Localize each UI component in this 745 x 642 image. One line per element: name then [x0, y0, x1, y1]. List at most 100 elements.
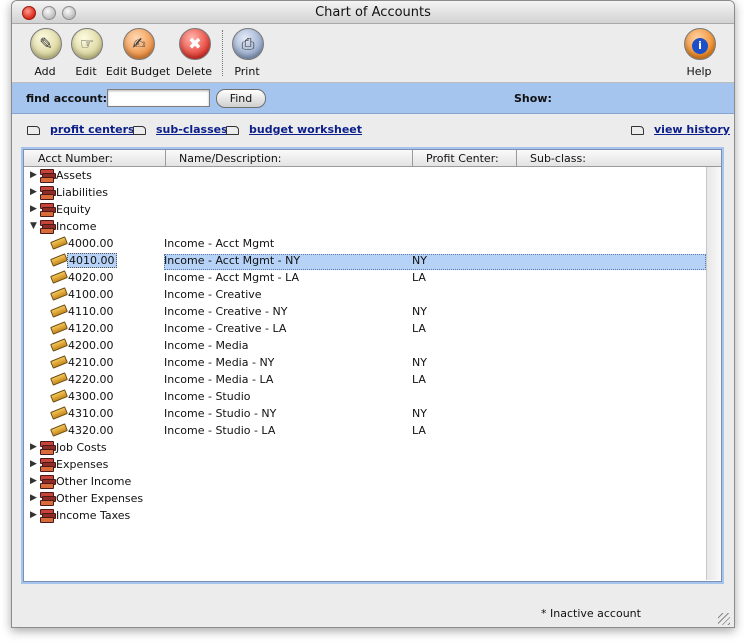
account-group-books-icon: [40, 220, 56, 234]
account-number: 4020.00: [68, 271, 114, 284]
account-number: 4120.00: [68, 322, 114, 335]
disclosure-expanded-icon[interactable]: ▼: [30, 221, 37, 231]
account-group-books-icon: [40, 203, 56, 217]
disclosure-collapsed-icon[interactable]: ▶: [30, 459, 37, 469]
account-number: 4210.00: [68, 356, 114, 369]
col-name[interactable]: Name/Description:: [179, 152, 282, 165]
account-name: Income - Studio - LA: [164, 424, 276, 437]
account-name: Income - Studio - NY: [164, 407, 277, 420]
account-number: 4320.00: [68, 424, 114, 437]
profit-centers-link[interactable]: profit centers: [50, 123, 135, 136]
group-row[interactable]: ▶ Equity: [23, 202, 706, 219]
account-pencil-icon: [50, 406, 68, 420]
account-profit-center: NY: [412, 407, 427, 420]
resize-grip-icon[interactable]: [718, 613, 730, 625]
print-button[interactable]: ⎙ Print: [217, 28, 277, 82]
column-divider[interactable]: [412, 150, 413, 166]
group-label: Equity: [56, 203, 91, 216]
account-group-books-icon: [40, 509, 56, 523]
col-profit-center[interactable]: Profit Center:: [426, 152, 499, 165]
account-pencil-icon: [50, 338, 68, 352]
column-divider[interactable]: [165, 150, 166, 166]
view-history-link-item[interactable]: view history: [631, 123, 730, 136]
group-row[interactable]: ▼ Income: [23, 219, 706, 236]
chart-of-accounts-window: Chart of Accounts ✎ Add ☞ Edit ✍ Edit Bu…: [11, 0, 735, 628]
disclosure-collapsed-icon[interactable]: ▶: [30, 510, 37, 520]
account-name: Income - Media: [164, 339, 249, 352]
account-pencil-icon: [50, 304, 68, 318]
group-label: Income Taxes: [56, 509, 131, 522]
disclosure-collapsed-icon[interactable]: ▶: [30, 187, 37, 197]
account-profit-center: LA: [412, 373, 426, 386]
accounts-list[interactable]: Acct Number: Name/Description: Profit Ce…: [21, 147, 724, 584]
account-group-books-icon: [40, 169, 56, 183]
account-name: Income - Creative: [164, 288, 262, 301]
group-row[interactable]: ▶ Assets: [23, 168, 706, 185]
account-pencil-icon: [50, 253, 68, 267]
account-row[interactable]: 4010.00 Income - Acct Mgmt - NY NY: [23, 253, 706, 270]
account-row[interactable]: 4310.00 Income - Studio - NY NY: [23, 406, 706, 423]
view-history-link[interactable]: view history: [654, 123, 730, 136]
group-row[interactable]: ▶ Expenses: [23, 457, 706, 474]
disclosure-collapsed-icon[interactable]: ▶: [30, 442, 37, 452]
account-group-books-icon: [40, 492, 56, 506]
column-divider[interactable]: [516, 150, 517, 166]
account-number: 4000.00: [68, 237, 114, 250]
sub-classes-link-item[interactable]: sub-classes: [133, 123, 228, 136]
account-pencil-icon: [50, 423, 68, 437]
show-label: Show:: [514, 92, 552, 105]
col-acct-number[interactable]: Acct Number:: [38, 152, 113, 165]
folder-icon: [27, 125, 40, 135]
disclosure-collapsed-icon[interactable]: ▶: [30, 170, 37, 180]
account-number: 4110.00: [68, 305, 114, 318]
find-button[interactable]: Find: [216, 89, 266, 108]
info-icon: i: [684, 28, 716, 60]
group-row[interactable]: ▶ Liabilities: [23, 185, 706, 202]
sub-classes-link[interactable]: sub-classes: [156, 123, 228, 136]
account-row[interactable]: 4300.00 Income - Studio: [23, 389, 706, 406]
column-header: Acct Number: Name/Description: Profit Ce…: [24, 150, 721, 167]
edit-hand-icon: ☞: [71, 28, 103, 60]
account-row[interactable]: 4120.00 Income - Creative - LA LA: [23, 321, 706, 338]
account-row[interactable]: 4220.00 Income - Media - LA LA: [23, 372, 706, 389]
budget-worksheet-link[interactable]: budget worksheet: [249, 123, 362, 136]
account-row[interactable]: 4210.00 Income - Media - NY NY: [23, 355, 706, 372]
account-name: Income - Creative - LA: [164, 322, 287, 335]
disclosure-collapsed-icon[interactable]: ▶: [30, 476, 37, 486]
group-row[interactable]: ▶ Other Expenses: [23, 491, 706, 508]
find-account-label: find account:: [26, 92, 108, 105]
col-sub-class[interactable]: Sub-class:: [530, 152, 586, 165]
account-row[interactable]: 4020.00 Income - Acct Mgmt - LA LA: [23, 270, 706, 287]
account-group-books-icon: [40, 441, 56, 455]
account-row[interactable]: 4100.00 Income - Creative: [23, 287, 706, 304]
group-row[interactable]: ▶ Job Costs: [23, 440, 706, 457]
disclosure-collapsed-icon[interactable]: ▶: [30, 493, 37, 503]
find-account-input[interactable]: [107, 89, 210, 107]
status-footer: * Inactive account: [12, 601, 734, 627]
window-title: Chart of Accounts: [315, 5, 431, 20]
group-row[interactable]: ▶ Other Income: [23, 474, 706, 491]
account-row[interactable]: 4000.00 Income - Acct Mgmt: [23, 236, 706, 253]
account-group-books-icon: [40, 458, 56, 472]
group-label: Job Costs: [56, 441, 107, 454]
account-profit-center: LA: [412, 322, 426, 335]
account-row[interactable]: 4200.00 Income - Media: [23, 338, 706, 355]
group-label: Income: [56, 220, 97, 233]
group-label: Other Expenses: [56, 492, 144, 505]
disclosure-collapsed-icon[interactable]: ▶: [30, 204, 37, 214]
account-profit-center: NY: [412, 305, 427, 318]
title-bar[interactable]: Chart of Accounts: [12, 1, 734, 24]
help-button[interactable]: i Help: [669, 28, 729, 82]
budget-worksheet-link-item[interactable]: budget worksheet: [226, 123, 362, 136]
account-group-books-icon: [40, 475, 56, 489]
folder-icon: [631, 125, 644, 135]
budget-edit-icon: ✍: [123, 28, 155, 60]
account-row[interactable]: 4110.00 Income - Creative - NY NY: [23, 304, 706, 321]
vertical-scrollbar[interactable]: [706, 167, 721, 580]
account-rows: ▶ Assets ▶ Liabilities ▶ Equity ▼ Income 4000.00…: [23, 168, 706, 525]
account-row[interactable]: 4320.00 Income - Studio - LA LA: [23, 423, 706, 440]
account-number: 4310.00: [68, 407, 114, 420]
group-row[interactable]: ▶ Income Taxes: [23, 508, 706, 525]
profit-centers-link-item[interactable]: profit centers: [27, 123, 135, 136]
account-pencil-icon: [50, 389, 68, 403]
